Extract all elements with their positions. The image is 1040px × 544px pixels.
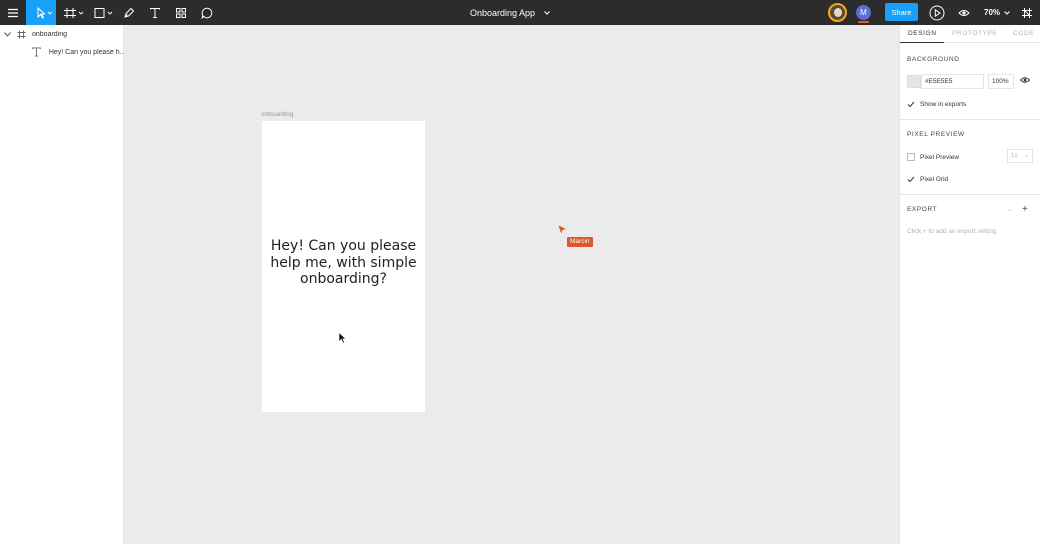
zoom-menu[interactable]: 70% bbox=[984, 0, 1010, 25]
background-color-swatch[interactable] bbox=[907, 75, 921, 88]
text-layer-icon bbox=[32, 47, 41, 57]
tab-prototype[interactable]: PROTOTYPE bbox=[952, 30, 997, 37]
show-in-exports-checkbox[interactable] bbox=[907, 100, 915, 108]
zoom-label: 70% bbox=[984, 8, 1001, 17]
components-icon[interactable] bbox=[172, 0, 190, 25]
add-export-button[interactable]: + bbox=[1022, 204, 1028, 215]
cursor-icon bbox=[338, 332, 347, 344]
resize-icon[interactable] bbox=[1018, 0, 1036, 25]
export-section-title: EXPORT bbox=[907, 206, 938, 213]
pixel-grid-row[interactable]: Pixel Grid bbox=[907, 174, 948, 184]
collaborator-indicator bbox=[858, 21, 869, 23]
active-tab-indicator bbox=[900, 42, 944, 43]
layer-label: Hey! Can you please h... bbox=[48, 48, 124, 56]
show-in-exports-row[interactable]: Show in exports bbox=[907, 99, 966, 109]
divider bbox=[900, 194, 1040, 195]
frame-text[interactable]: Hey! Can you please help me, with simple… bbox=[262, 238, 425, 288]
layer-item-text[interactable]: Hey! Can you please h... bbox=[0, 43, 124, 61]
toolbar: Onboarding App M Share 70% bbox=[0, 0, 1040, 25]
chevron-down-icon bbox=[1004, 10, 1010, 15]
frame-label[interactable]: onboarding bbox=[261, 111, 294, 118]
pixel-preview-checkbox[interactable] bbox=[907, 153, 915, 161]
menu-icon[interactable] bbox=[0, 0, 26, 25]
text-tool-icon[interactable] bbox=[146, 0, 164, 25]
collaborator-cursor-label: Marcin bbox=[567, 237, 593, 247]
layer-item-frame[interactable]: onboarding bbox=[0, 25, 124, 43]
export-hint: Click + to add an export setting bbox=[907, 228, 997, 235]
chevron-down-icon: ⌄ bbox=[1023, 153, 1029, 159]
play-icon[interactable] bbox=[928, 0, 946, 25]
pixel-grid-label: Pixel Grid bbox=[920, 175, 949, 183]
pixel-preview-row[interactable]: Pixel Preview bbox=[907, 152, 959, 162]
chevron-down-icon bbox=[544, 10, 550, 15]
pen-tool-icon[interactable] bbox=[120, 0, 138, 25]
move-tool-icon[interactable] bbox=[26, 0, 56, 25]
eye-icon[interactable] bbox=[955, 0, 973, 25]
eye-icon[interactable] bbox=[1020, 76, 1030, 84]
document-title-label: Onboarding App bbox=[470, 7, 536, 18]
inspector-tabs: DESIGN PROTOTYPE CODE bbox=[900, 25, 1040, 43]
scale-value: 1x bbox=[1011, 153, 1018, 159]
pixel-preview-section-title: PIXEL PREVIEW bbox=[907, 131, 965, 138]
layer-label: onboarding bbox=[32, 30, 68, 38]
collaborator-avatar[interactable]: M bbox=[856, 5, 871, 20]
divider bbox=[900, 119, 1040, 120]
frame-icon bbox=[17, 30, 26, 38]
share-button[interactable]: Share bbox=[885, 3, 918, 21]
inspector-panel: DESIGN PROTOTYPE CODE BACKGROUND #E5E5E5… bbox=[899, 25, 1040, 544]
pixel-grid-checkbox[interactable] bbox=[907, 175, 915, 183]
background-opacity-input[interactable]: 100% bbox=[988, 74, 1014, 89]
document-title[interactable]: Onboarding App bbox=[470, 0, 570, 25]
shape-tool-icon[interactable] bbox=[91, 0, 117, 25]
chevron-down-icon bbox=[4, 31, 11, 37]
pixel-preview-label: Pixel Preview bbox=[920, 153, 960, 161]
comment-icon[interactable] bbox=[198, 0, 216, 25]
frame-tool-icon[interactable] bbox=[60, 0, 86, 25]
background-section-title: BACKGROUND bbox=[907, 56, 960, 63]
show-in-exports-label: Show in exports bbox=[920, 100, 967, 108]
tab-code[interactable]: CODE bbox=[1013, 30, 1034, 37]
remove-export-button[interactable]: − bbox=[1007, 205, 1012, 215]
canvas[interactable] bbox=[124, 25, 899, 544]
avatar[interactable] bbox=[828, 3, 847, 22]
tab-design[interactable]: DESIGN bbox=[908, 30, 937, 37]
pixel-preview-scale-select[interactable]: 1x ⌄ bbox=[1007, 149, 1033, 163]
background-hex-input[interactable]: #E5E5E5 bbox=[921, 74, 984, 89]
layers-panel: onboarding Hey! Can you please h... bbox=[0, 25, 124, 544]
collaborator-cursor-icon bbox=[558, 225, 566, 234]
